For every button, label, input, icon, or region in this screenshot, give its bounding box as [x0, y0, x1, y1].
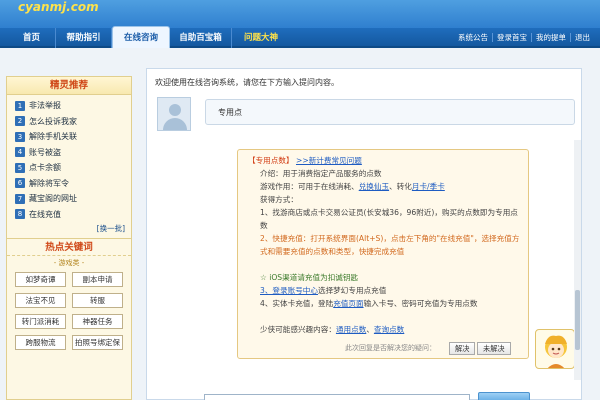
step-1: 1、找游商店或点卡交易公证员(长安城36，96附近)，购买的点数即为专用点数	[260, 208, 518, 230]
assistant-avatar	[535, 329, 575, 369]
keyword-button[interactable]: 转服	[72, 293, 123, 308]
general-points-link[interactable]: 通用点数	[336, 325, 366, 334]
user-question-bubble: 专用点	[205, 99, 575, 125]
recommend-list: 1 非法举报 2 怎么投诉我家 3 解除手机关联 4 账号被盗 5 点卡余额 6 解除将军令…	[7, 95, 131, 222]
sidebar-title: 精灵推荐	[7, 77, 131, 95]
resolved-button[interactable]: 解决	[449, 342, 476, 355]
nav-self-service[interactable]: 自助百宝箱	[170, 28, 232, 48]
link-announcement[interactable]: 系统公告	[454, 33, 492, 42]
recommend-item[interactable]: 1 非法举报	[15, 98, 125, 114]
refresh-link[interactable]: [换一批]	[7, 222, 131, 236]
scrollbar-thumb[interactable]	[575, 290, 580, 350]
keyword-button[interactable]: 转门派消耗	[15, 314, 66, 329]
step-2: 2、快捷充值：打开系统界面(Alt+S)，点击左下角的"在线充值"，选择充值方式…	[260, 234, 520, 256]
card-link[interactable]: 月卡/季卡	[412, 182, 445, 191]
redeem-link[interactable]: 兑换仙玉	[359, 182, 389, 191]
chat-panel: 欢迎使用在线咨询系统，请您在下方输入提问内容。 专用点 【专用点数】 >>新计费…	[146, 68, 582, 400]
feedback-question: 此次回复是否解决您的疑问：	[345, 344, 436, 352]
keyword-button[interactable]: 如梦奇谭	[15, 272, 66, 287]
keyword-button[interactable]: 跨服物流	[15, 335, 66, 350]
unresolved-button[interactable]: 未解决	[477, 342, 511, 355]
nav-question-master[interactable]: 问题大神	[232, 28, 290, 48]
recommend-item[interactable]: 3 解除手机关联	[15, 129, 125, 145]
welcome-message: 欢迎使用在线咨询系统，请您在下方输入提问内容。	[155, 78, 339, 87]
site-logo[interactable]: cyanmj.com	[18, 0, 99, 14]
recommend-item[interactable]: 4 账号被盗	[15, 145, 125, 161]
link-login[interactable]: 登录首宝	[492, 33, 531, 42]
nav-home[interactable]: 首页	[8, 28, 56, 48]
recharge-page-link[interactable]: 充值页面	[333, 299, 363, 308]
obtain-title: 获得方式：	[260, 195, 298, 204]
answer-bubble: 【专用点数】 >>新计费常见问题 介绍：用于消费指定产品服务的点数 游戏作用：可…	[237, 149, 529, 359]
fairy-icon	[545, 335, 567, 368]
account-center-link[interactable]: 3、登录账号中心	[260, 286, 318, 295]
user-avatar-head	[169, 104, 181, 116]
recommend-item[interactable]: 7 藏宝阁的网址	[15, 191, 125, 207]
user-avatar-body	[163, 118, 187, 130]
billing-faq-link[interactable]: >>新计费常见问题	[296, 156, 362, 165]
recommend-item[interactable]: 8 在线充值	[15, 207, 125, 223]
game-category-label: - 游戏类 -	[53, 259, 85, 267]
sidebar: 精灵推荐 1 非法举报 2 怎么投诉我家 3 解除手机关联 4 账号被盗 5 点卡余额 6…	[6, 76, 132, 400]
recommend-item[interactable]: 6 解除将军令	[15, 176, 125, 192]
answer-tag: 【专用点数】	[248, 156, 294, 165]
hot-keywords-grid: 如梦奇谭 副本申请 法宝不见 转服 转门派消耗 神器任务 跨服物流 拍照号绑定保	[7, 270, 131, 352]
top-banner: cyanmj.com	[0, 0, 600, 28]
keyword-button[interactable]: 法宝不见	[15, 293, 66, 308]
keyword-button[interactable]: 副本申请	[72, 272, 123, 287]
link-my-tickets[interactable]: 我的提单	[531, 33, 570, 42]
keyword-button[interactable]: 神器任务	[72, 314, 123, 329]
chat-scrollbar[interactable]	[574, 140, 581, 380]
recommend-item[interactable]: 5 点卡余额	[15, 160, 125, 176]
question-input[interactable]	[204, 394, 470, 400]
nav-help[interactable]: 帮助指引	[56, 28, 112, 48]
top-links: 系统公告 登录首宝 我的提单 退出	[454, 28, 594, 48]
user-avatar	[157, 97, 191, 131]
query-points-link[interactable]: 查询点数	[374, 325, 404, 334]
recommend-item[interactable]: 2 怎么投诉我家	[15, 114, 125, 130]
link-logout[interactable]: 退出	[570, 33, 594, 42]
keyword-button[interactable]: 拍照号绑定保	[72, 335, 123, 350]
main-nav: 首页 帮助指引 在线咨询 自助百宝箱 问题大神 系统公告 登录首宝 我的提单 退出	[0, 26, 600, 48]
send-button[interactable]	[478, 392, 530, 400]
answer-intro: 介绍：用于消费指定产品服务的点数	[260, 169, 382, 178]
user-question-text: 专用点	[218, 108, 242, 117]
hot-keywords-title: 热点关键词	[7, 238, 131, 256]
step-2-note: ☆ iOS渠道请充值为扣诚钥匙	[260, 273, 359, 282]
nav-online-consult[interactable]: 在线咨询	[112, 26, 170, 48]
